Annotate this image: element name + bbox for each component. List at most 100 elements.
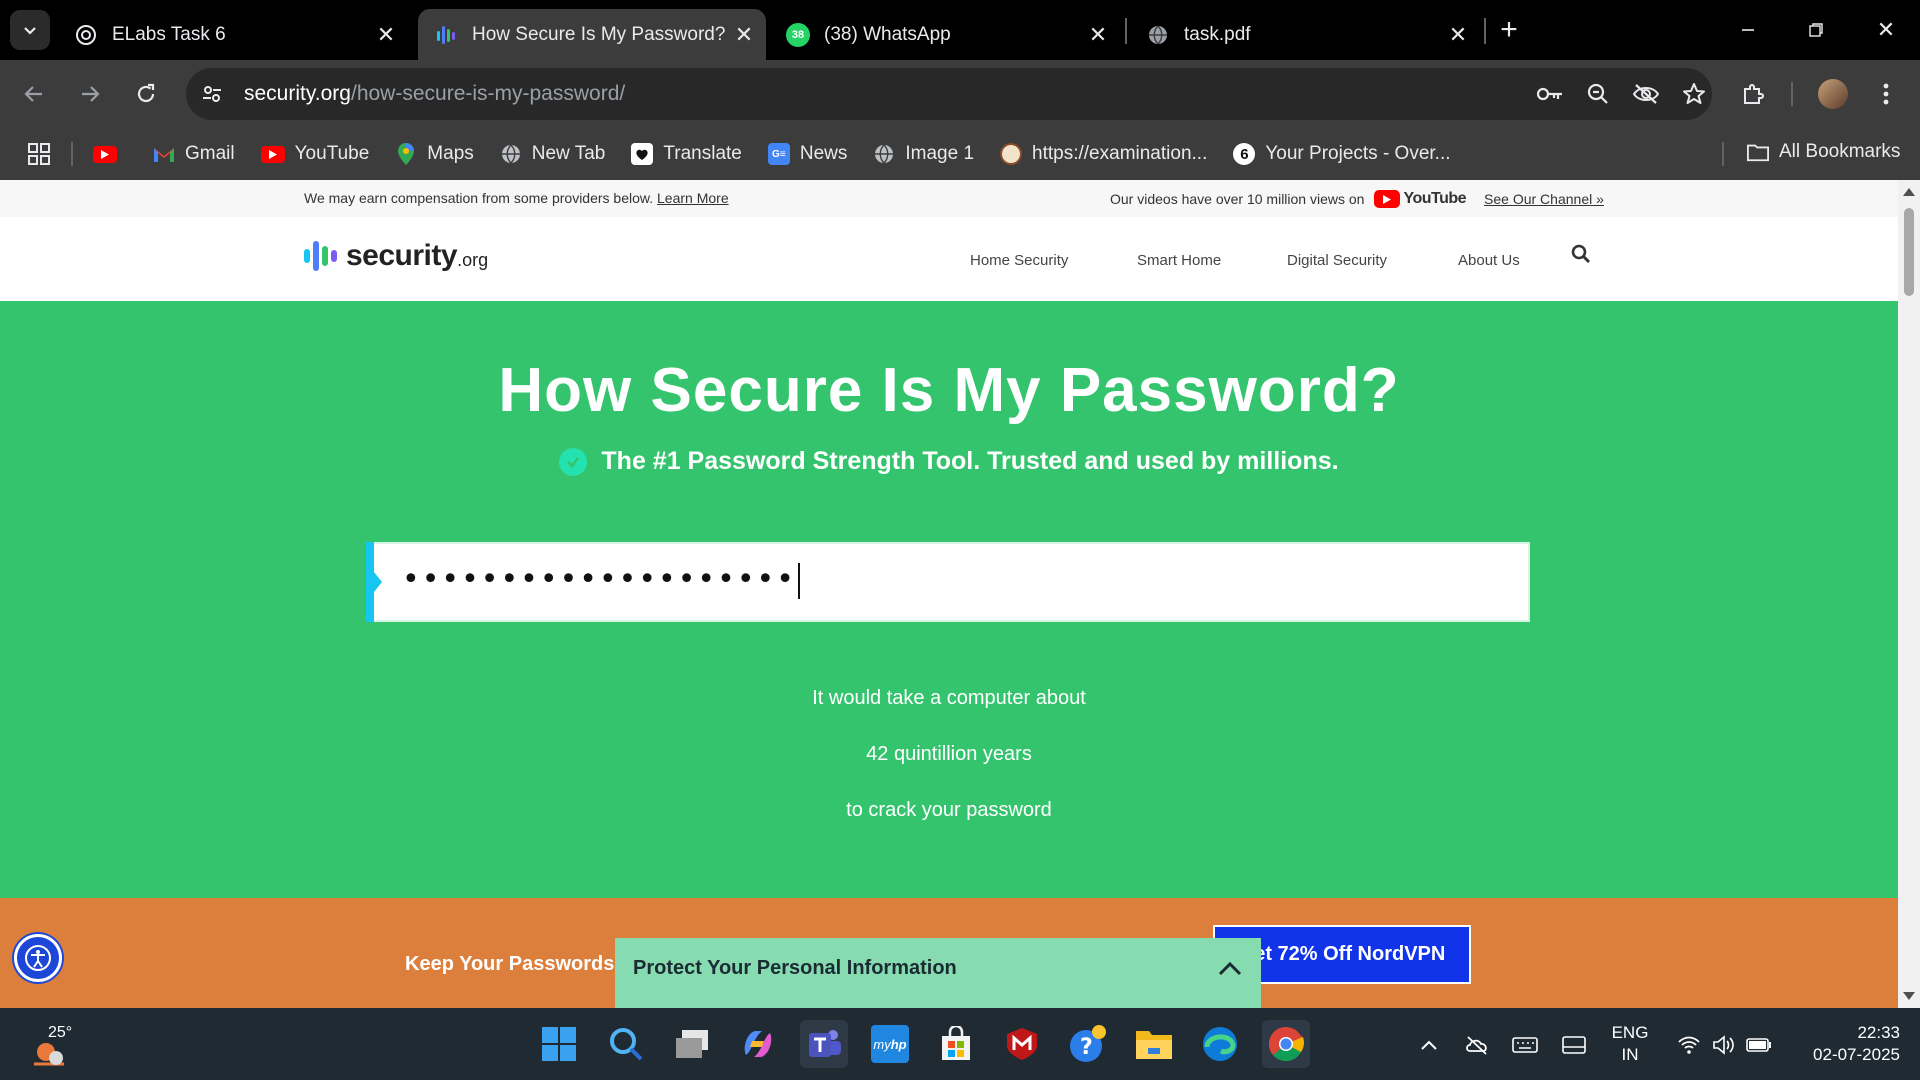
learn-more-link[interactable]: Learn More <box>657 190 729 206</box>
copilot-button[interactable] <box>734 1020 782 1068</box>
file-explorer-button[interactable] <box>1130 1020 1178 1068</box>
chevron-up-icon[interactable] <box>1215 954 1245 984</box>
language-indicator[interactable]: ENG IN <box>1604 1022 1656 1066</box>
nav-about-us[interactable]: About Us <box>1458 252 1520 269</box>
nav-digital-security[interactable]: Digital Security <box>1287 252 1387 269</box>
url-text: security.org/how-secure-is-my-password/ <box>244 82 625 106</box>
microsoft-store-button[interactable] <box>932 1020 980 1068</box>
battery-icon[interactable] <box>1746 1032 1772 1058</box>
bookmark-star-icon[interactable] <box>1676 76 1712 112</box>
page-viewport: We may earn compensation from some provi… <box>0 180 1898 1008</box>
extensions-button[interactable] <box>1733 74 1773 114</box>
bookmark-examination[interactable]: https://examination... <box>1000 143 1207 165</box>
translate-icon <box>631 143 654 165</box>
clock[interactable]: 22:33 02-07-2025 <box>1792 1022 1900 1066</box>
minimize-icon <box>1742 29 1754 31</box>
tab-task-pdf[interactable]: task.pdf ✕ <box>1130 9 1480 60</box>
reload-button[interactable] <box>126 74 166 114</box>
close-icon[interactable]: ✕ <box>372 21 400 49</box>
chrome-button[interactable] <box>1262 1020 1310 1068</box>
youtube-logo[interactable]: YouTube <box>1374 190 1467 208</box>
temperature: 25° <box>48 1024 73 1041</box>
reload-icon <box>137 83 155 103</box>
keyboard-icon[interactable] <box>1512 1032 1538 1058</box>
eye-off-icon[interactable] <box>1628 76 1664 112</box>
bookmark-your-projects[interactable]: 6 Your Projects - Over... <box>1233 143 1451 165</box>
clock-time: 22:33 <box>1857 1023 1900 1042</box>
myhp-button[interactable]: my hp <box>866 1020 914 1068</box>
logo-suffix: .org <box>457 250 489 270</box>
scroll-up-arrow[interactable] <box>1903 188 1915 196</box>
teams-button[interactable] <box>800 1020 848 1068</box>
bookmark-new-tab[interactable]: New Tab <box>500 143 605 165</box>
scroll-thumb[interactable] <box>1904 208 1914 296</box>
address-bar[interactable]: security.org/how-secure-is-my-password/ <box>186 68 1712 120</box>
bookmarks-bar: Gmail YouTube Maps New Tab Translate G≡ … <box>0 128 1920 180</box>
close-icon[interactable]: ✕ <box>1084 21 1112 49</box>
nav-home-security[interactable]: Home Security <box>970 252 1068 269</box>
tab-security[interactable]: How Secure Is My Password? | P ✕ <box>418 9 766 60</box>
accessibility-icon <box>25 945 51 971</box>
bookmark-gmail[interactable]: Gmail <box>153 143 235 165</box>
profile-avatar[interactable] <box>1813 74 1853 114</box>
zoom-icon[interactable] <box>1580 76 1616 112</box>
page-title: How Secure Is My Password? <box>498 356 1400 425</box>
wifi-icon[interactable] <box>1676 1032 1702 1058</box>
youtube-icon <box>93 145 117 163</box>
nav-smart-home[interactable]: Smart Home <box>1137 252 1221 269</box>
folder-icon <box>1747 141 1769 163</box>
get-help-button[interactable]: ? <box>1064 1020 1112 1068</box>
restore-button[interactable] <box>1796 10 1836 50</box>
search-taskbar-button[interactable] <box>602 1020 650 1068</box>
bookmark-news[interactable]: G≡ News <box>767 143 848 165</box>
site-logo[interactable]: security .org <box>304 239 488 273</box>
close-window-button[interactable]: ✕ <box>1866 10 1906 50</box>
close-icon[interactable]: ✕ <box>1444 21 1472 49</box>
bookmark-translate[interactable]: Translate <box>631 143 742 165</box>
hero-section: How Secure Is My Password? The #1 Passwo… <box>0 301 1898 898</box>
site-info-button[interactable] <box>190 72 234 116</box>
bookmark-label: News <box>799 143 848 164</box>
all-bookmarks-button[interactable]: All Bookmarks <box>1747 141 1900 163</box>
bookmark-label: Translate <box>663 143 742 164</box>
bookmark-label: https://examination... <box>1032 143 1208 164</box>
accessibility-button[interactable] <box>14 934 62 982</box>
forward-button[interactable] <box>70 74 110 114</box>
back-button[interactable] <box>14 74 54 114</box>
minimize-button[interactable] <box>1728 10 1768 50</box>
bookmark-youtube[interactable]: YouTube <box>260 143 369 165</box>
chrome-menu-button[interactable] <box>1866 74 1906 114</box>
start-button[interactable] <box>535 1020 583 1068</box>
password-key-icon[interactable] <box>1532 76 1568 112</box>
volume-icon[interactable] <box>1711 1032 1737 1058</box>
bookmark-maps[interactable]: Maps <box>395 143 474 165</box>
bookmark-image-1[interactable]: Image 1 <box>873 143 974 165</box>
tab-elabs[interactable]: ELabs Task 6 ✕ <box>58 9 408 60</box>
tablet-mode-icon[interactable] <box>1561 1032 1587 1058</box>
onedrive-icon[interactable] <box>1464 1032 1490 1058</box>
seal-icon <box>1000 143 1023 165</box>
bookmark-youtube-icon-only[interactable] <box>93 145 127 163</box>
close-icon[interactable]: ✕ <box>730 21 758 49</box>
news-icon: G≡ <box>767 143 790 165</box>
bookmark-label: Image 1 <box>905 143 975 164</box>
task-view-icon <box>676 1030 708 1058</box>
search-icon[interactable] <box>1570 243 1594 267</box>
tab-whatsapp[interactable]: 38 (38) WhatsApp ✕ <box>770 9 1120 60</box>
password-input[interactable]: •••••••••••••••••••• <box>366 542 1530 622</box>
task-view-button[interactable] <box>668 1020 716 1068</box>
weather-widget[interactable]: 25° <box>26 1024 96 1070</box>
edge-button[interactable] <box>1196 1020 1244 1068</box>
scroll-down-arrow[interactable] <box>1903 992 1915 1000</box>
store-icon <box>942 1026 970 1060</box>
see-channel-link[interactable]: See Our Channel » <box>1484 191 1604 207</box>
new-tab-button[interactable]: + <box>1489 10 1529 50</box>
myhp-icon: my hp <box>871 1025 909 1063</box>
show-hidden-icons-button[interactable] <box>1416 1032 1442 1058</box>
mcafee-button[interactable] <box>998 1020 1046 1068</box>
page-scrollbar[interactable] <box>1898 180 1920 1008</box>
notification-badge: 38 <box>791 28 805 41</box>
tab-search-button[interactable] <box>10 10 50 50</box>
protect-info-bar[interactable]: Protect Your Personal Information <box>615 938 1261 1008</box>
apps-grid-icon[interactable] <box>27 142 51 166</box>
